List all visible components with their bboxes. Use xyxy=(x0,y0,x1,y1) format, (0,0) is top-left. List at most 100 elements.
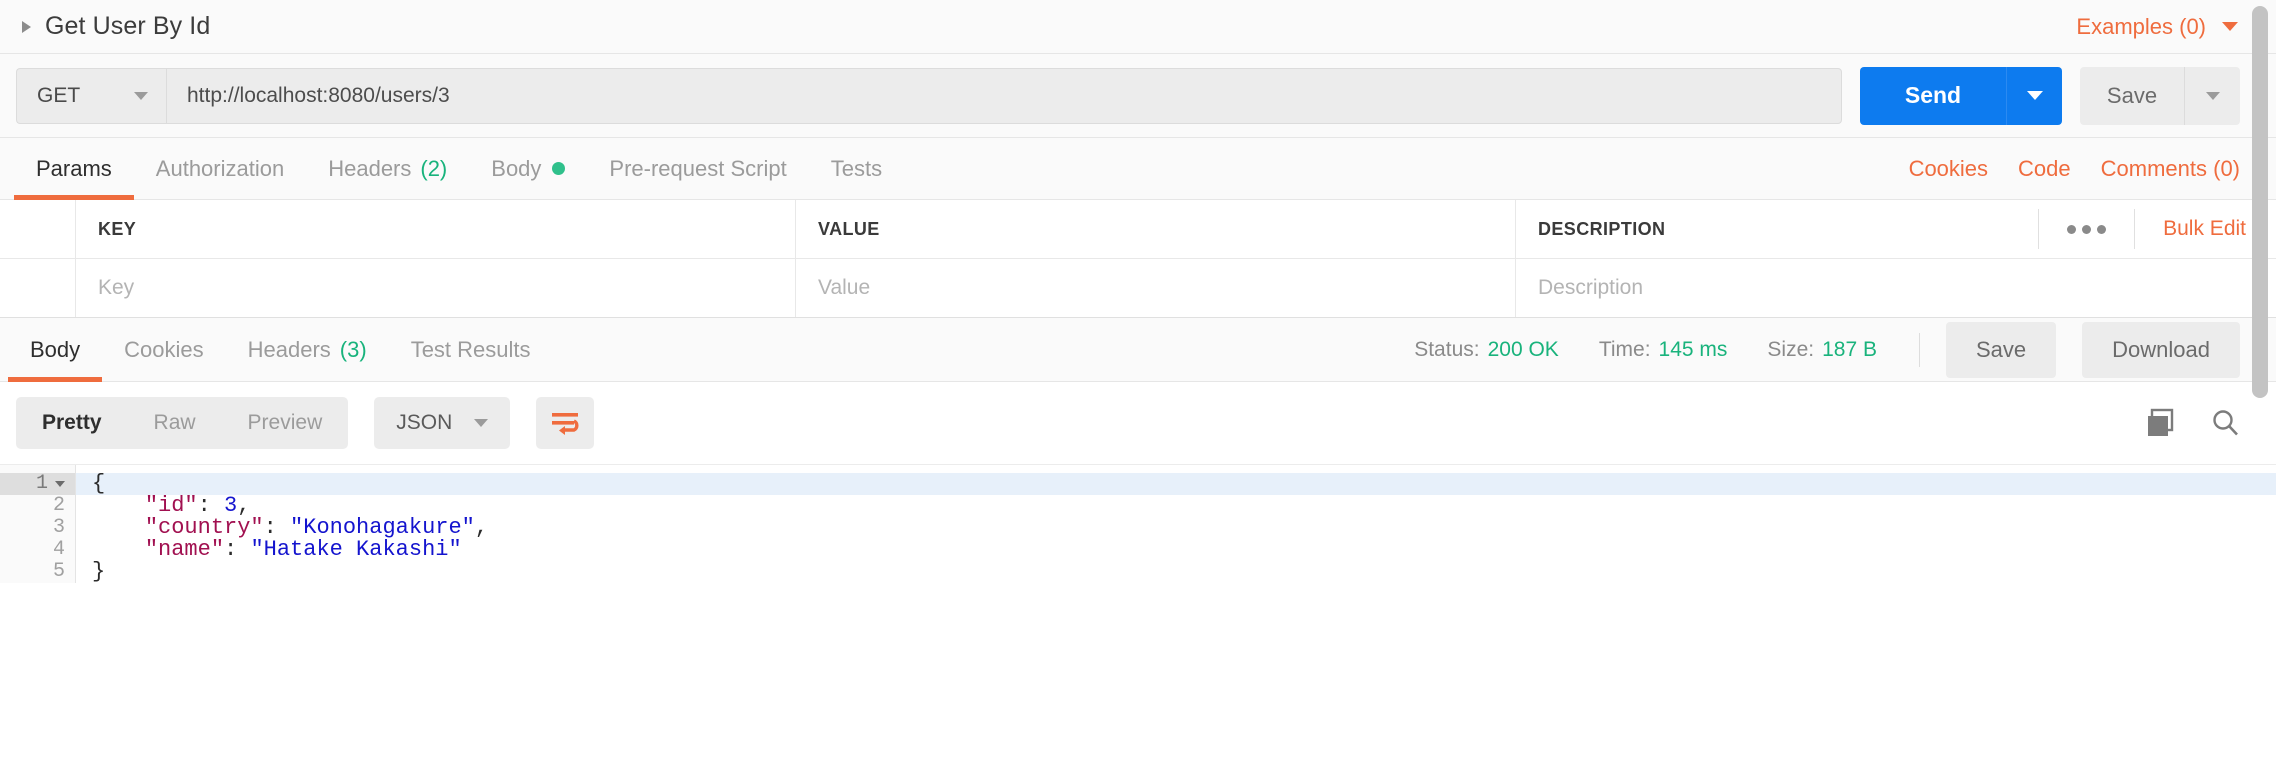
description-placeholder: Description xyxy=(1538,276,1644,299)
download-response-button[interactable]: Download xyxy=(2082,321,2240,378)
response-tab-headers-count: (3) xyxy=(339,336,367,362)
status-label: Status: xyxy=(1414,337,1480,361)
page-title: Get User By Id xyxy=(45,12,211,40)
code-lines: { "id": 3, "country": "Konohagakure", "n… xyxy=(76,465,2276,583)
save-options-button[interactable] xyxy=(2184,66,2240,125)
tab-params[interactable]: Params xyxy=(14,138,134,200)
tab-headers-label: Headers xyxy=(328,155,412,181)
tab-authorization[interactable]: Authorization xyxy=(134,138,306,200)
view-mode-group: Pretty Raw Preview xyxy=(16,397,349,449)
description-input[interactable]: Description xyxy=(1516,259,2276,317)
response-tab-headers[interactable]: Headers (3) xyxy=(226,318,389,382)
tab-params-label: Params xyxy=(36,155,112,181)
status-value: 200 OK xyxy=(1487,337,1559,361)
value-input[interactable]: Value xyxy=(796,259,1516,317)
response-tab-headers-label: Headers xyxy=(247,336,331,362)
view-preview-button[interactable]: Preview xyxy=(222,397,349,449)
save-request-button[interactable]: Save xyxy=(2080,66,2184,125)
word-wrap-icon xyxy=(552,413,579,435)
code-line: "country": "Konohagakure", xyxy=(144,515,489,540)
response-tab-cookies-label: Cookies xyxy=(124,336,204,362)
select-all-cell[interactable] xyxy=(0,200,76,258)
code-line: "name": "Hatake Kakashi" xyxy=(144,537,462,562)
cookies-link[interactable]: Cookies xyxy=(1909,156,1988,182)
view-raw-button[interactable]: Raw xyxy=(128,397,222,449)
response-tab-body[interactable]: Body xyxy=(8,318,103,382)
word-wrap-button[interactable] xyxy=(536,397,595,449)
row-checkbox-cell[interactable] xyxy=(0,259,76,317)
send-button[interactable]: Send xyxy=(1860,66,2006,125)
url-bar: GET http://localhost:8080/users/3 Send S… xyxy=(0,54,2276,138)
response-tab-cookies[interactable]: Cookies xyxy=(102,318,225,382)
postman-request-pane: Get User By Id Examples (0) GET http://l… xyxy=(0,0,2276,770)
line-number-gutter: 12345 xyxy=(0,465,76,583)
response-body-code[interactable]: 12345 { "id": 3, "country": "Konohagakur… xyxy=(0,464,2276,583)
url-input[interactable]: http://localhost:8080/users/3 xyxy=(166,67,1842,124)
table-row: Key Value Description xyxy=(0,259,2276,318)
examples-link[interactable]: Examples (0) xyxy=(2076,14,2206,40)
size-badge: Size: 187 B xyxy=(1767,338,1877,362)
body-present-dot-icon xyxy=(552,162,566,175)
tab-body[interactable]: Body xyxy=(469,138,587,200)
code-line: { xyxy=(76,473,2276,495)
send-button-group: Send xyxy=(1860,66,2062,125)
time-badge: Time: 145 ms xyxy=(1599,338,1728,362)
response-tab-body-label: Body xyxy=(30,336,81,362)
fold-triangle-icon[interactable] xyxy=(55,481,65,487)
copy-button[interactable] xyxy=(2146,408,2176,438)
ellipsis-icon[interactable] xyxy=(2038,209,2136,249)
bulk-edit-button[interactable]: Bulk Edit xyxy=(2135,217,2246,241)
chevron-down-icon[interactable] xyxy=(2222,22,2238,31)
dot-2-icon xyxy=(2082,224,2092,234)
size-value: 187 B xyxy=(1822,337,1877,361)
code-line: } xyxy=(92,559,106,584)
tab-pre-request-script[interactable]: Pre-request Script xyxy=(587,138,808,200)
view-pretty-button[interactable]: Pretty xyxy=(16,397,128,449)
search-icon xyxy=(2213,410,2238,436)
collapse-triangle-icon[interactable] xyxy=(22,20,31,33)
code-link[interactable]: Code xyxy=(2018,156,2071,182)
value-placeholder: Value xyxy=(818,276,871,299)
send-options-button[interactable] xyxy=(2006,66,2062,125)
divider xyxy=(1919,332,1920,367)
search-button[interactable] xyxy=(2210,408,2240,438)
vertical-scrollbar[interactable] xyxy=(2252,6,2268,398)
chevron-down-icon xyxy=(134,91,148,100)
size-label: Size: xyxy=(1767,337,1815,361)
tab-tests-label: Tests xyxy=(830,155,883,181)
column-header-key: KEY xyxy=(76,200,796,258)
copy-icon xyxy=(2148,408,2174,436)
line-number: 2 xyxy=(52,494,65,517)
response-body-toolbar: Pretty Raw Preview JSON xyxy=(0,382,2276,464)
key-placeholder: Key xyxy=(98,276,135,299)
format-dropdown[interactable]: JSON xyxy=(374,397,511,449)
chevron-down-icon xyxy=(2205,91,2220,100)
time-label: Time: xyxy=(1598,337,1651,361)
tab-headers-count: (2) xyxy=(420,155,448,181)
params-table: KEY VALUE DESCRIPTION Bulk Edit Key Valu… xyxy=(0,200,2276,318)
line-number: 1 xyxy=(0,473,75,495)
response-tab-test-results[interactable]: Test Results xyxy=(389,318,553,382)
tab-tests[interactable]: Tests xyxy=(809,138,904,200)
tab-pre-request-script-label: Pre-request Script xyxy=(609,155,787,181)
tab-authorization-label: Authorization xyxy=(155,155,285,181)
column-header-description-label: DESCRIPTION xyxy=(1538,218,1666,239)
line-number: 5 xyxy=(52,560,65,583)
method-label: GET xyxy=(37,83,81,107)
code-line: "id": 3, xyxy=(144,493,251,518)
line-number: 3 xyxy=(52,516,65,539)
dot-3-icon xyxy=(2097,224,2107,234)
column-header-key-label: KEY xyxy=(98,218,137,239)
method-dropdown[interactable]: GET xyxy=(16,67,166,124)
save-button-group: Save xyxy=(2080,66,2240,125)
tab-headers[interactable]: Headers (2) xyxy=(306,138,469,200)
key-input[interactable]: Key xyxy=(76,259,796,317)
time-value: 145 ms xyxy=(1658,337,1728,361)
request-title-bar: Get User By Id Examples (0) xyxy=(0,0,2276,54)
save-response-button[interactable]: Save xyxy=(1946,321,2057,378)
comments-link[interactable]: Comments (0) xyxy=(2101,156,2240,182)
column-header-description: DESCRIPTION Bulk Edit xyxy=(1516,200,2276,258)
response-tabs: Body Cookies Headers (3) Test Results St… xyxy=(0,318,2276,382)
format-label: JSON xyxy=(396,411,453,434)
table-header-row: KEY VALUE DESCRIPTION Bulk Edit xyxy=(0,200,2276,259)
